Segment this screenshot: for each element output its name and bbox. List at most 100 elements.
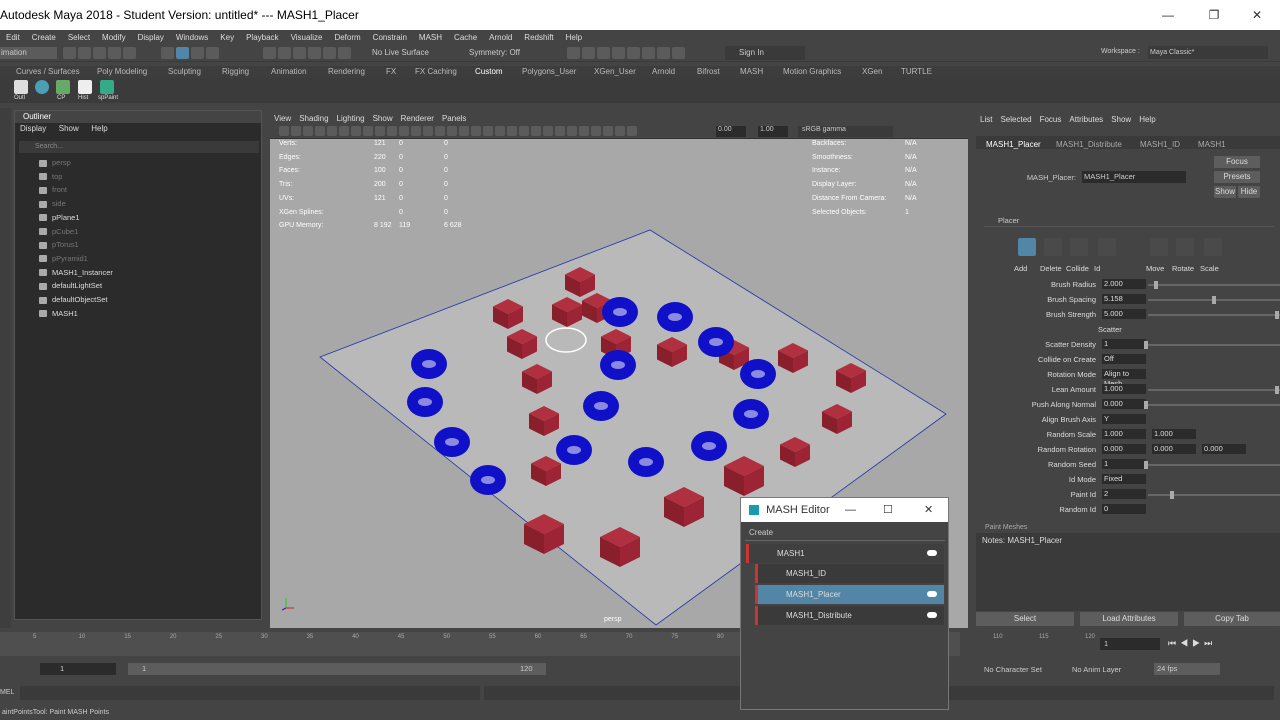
viewport-tool-icon[interactable]: [435, 126, 445, 136]
outliner-item[interactable]: side: [39, 198, 66, 210]
restore-button[interactable]: ❐: [1191, 0, 1237, 30]
shelf-tab[interactable]: Animation: [271, 67, 307, 76]
history-shelf-icon[interactable]: [78, 80, 92, 94]
command-input[interactable]: [20, 686, 480, 700]
rotate-tool-icon[interactable]: [1176, 238, 1194, 256]
attr-slider[interactable]: [1148, 314, 1280, 316]
paint-shelf-icon[interactable]: [100, 80, 114, 94]
viewport-menu-item[interactable]: Show: [369, 114, 397, 123]
playback-controls[interactable]: ⏮◀▶⏭: [1168, 638, 1280, 649]
outliner-search-input[interactable]: Search...: [19, 141, 259, 153]
delete-tool-icon[interactable]: [1044, 238, 1062, 256]
time-slider[interactable]: 5 10 15 20 25 30 35 40 45 50 55 60 65 70 75 80 110 115 120…: [0, 630, 1280, 658]
slider-handle[interactable]: [1144, 461, 1148, 469]
viewport-tool-icon[interactable]: [423, 126, 433, 136]
scale-tool-icon[interactable]: [1204, 238, 1222, 256]
outliner-item[interactable]: MASH1: [39, 308, 78, 320]
menu-item-display[interactable]: Display: [132, 30, 170, 45]
shelf-tab[interactable]: TURTLE: [901, 67, 932, 76]
shelf-tab[interactable]: Rendering: [328, 67, 365, 76]
attr-field[interactable]: 0.000: [1102, 444, 1146, 454]
mash-create-menu[interactable]: Create: [749, 528, 773, 537]
shelf-tab[interactable]: FX Caching: [415, 67, 457, 76]
select-button[interactable]: Select: [976, 612, 1074, 626]
outliner-menu-display[interactable]: Display: [15, 124, 51, 133]
outliner-item[interactable]: pCube1: [39, 226, 78, 238]
load-attributes-button[interactable]: Load Attributes: [1080, 612, 1178, 626]
attr-field[interactable]: 1: [1102, 339, 1146, 349]
viewport-tool-icon[interactable]: [603, 126, 613, 136]
paint-meshes-section[interactable]: Paint Meshes: [985, 524, 1027, 531]
menu-item-mash[interactable]: MASH: [413, 30, 448, 45]
node-name-field[interactable]: MASH1_Placer: [1082, 171, 1186, 183]
shelf-tab[interactable]: Poly Modeling: [97, 67, 147, 76]
add-tool-icon[interactable]: [1018, 238, 1036, 256]
attr-field[interactable]: Off: [1102, 354, 1146, 364]
attr-tab[interactable]: MASH1_Distribute: [1056, 140, 1122, 149]
attr-menu-item[interactable]: Help: [1135, 115, 1159, 124]
attr-field[interactable]: 0: [1102, 504, 1146, 514]
viewport-tool-icon[interactable]: [315, 126, 325, 136]
attr-tab[interactable]: MASH1_Placer: [986, 140, 1041, 149]
shelf-tab[interactable]: Bifrost: [697, 67, 720, 76]
network-toggle-icon[interactable]: [927, 550, 937, 556]
presets-button[interactable]: Presets: [1214, 171, 1260, 183]
move-tool-icon[interactable]: [1150, 238, 1168, 256]
outliner-item[interactable]: defaultObjectSet: [39, 294, 107, 306]
fps-dropdown[interactable]: 24 fps: [1154, 663, 1220, 675]
attr-menu-item[interactable]: Show: [1107, 115, 1135, 124]
menu-item-edit[interactable]: Edit: [0, 30, 26, 45]
character-set[interactable]: No Character Set: [984, 665, 1042, 674]
outliner-menu-show[interactable]: Show: [54, 124, 84, 133]
mel-label[interactable]: MEL: [0, 689, 14, 696]
viewport-tool-icon[interactable]: [339, 126, 349, 136]
close-button[interactable]: ✕: [1234, 0, 1280, 30]
minimize-button[interactable]: —: [1145, 0, 1191, 30]
viewport-tool-icon[interactable]: [627, 126, 637, 136]
menu-item-playback[interactable]: Playback: [240, 30, 284, 45]
slider-handle[interactable]: [1144, 341, 1148, 349]
menu-item-arnold[interactable]: Arnold: [483, 30, 518, 45]
attr-field[interactable]: 0.000: [1202, 444, 1246, 454]
outliner-item[interactable]: pPlane1: [39, 212, 80, 224]
attr-field[interactable]: 2.000: [1102, 279, 1146, 289]
range-bar[interactable]: 1 120: [128, 663, 546, 675]
attr-menu-item[interactable]: Selected: [996, 115, 1035, 124]
shelf-tab[interactable]: Custom: [475, 67, 503, 76]
attr-field[interactable]: Y: [1102, 414, 1146, 424]
exposure-field[interactable]: 0.00: [716, 126, 746, 137]
outliner-item[interactable]: pTorus1: [39, 239, 79, 251]
mash-close-icon[interactable]: ✕: [924, 498, 933, 522]
viewport-menu-item[interactable]: Renderer: [397, 114, 438, 123]
shelf-tab[interactable]: FX: [386, 67, 396, 76]
attr-slider[interactable]: [1148, 404, 1280, 406]
hide-button[interactable]: Hide: [1238, 186, 1260, 198]
scatter-checkbox-label[interactable]: Scatter: [1098, 325, 1198, 334]
viewport-menu-item[interactable]: Lighting: [333, 114, 369, 123]
cp-shelf-icon[interactable]: [56, 80, 70, 94]
viewport-tool-icon[interactable]: [279, 126, 289, 136]
outliner-item[interactable]: front: [39, 184, 67, 196]
mash-minimize-icon[interactable]: —: [845, 498, 856, 522]
shelf-tab[interactable]: XGen_User: [594, 67, 636, 76]
viewport-tool-icon[interactable]: [507, 126, 517, 136]
colorspace-dropdown[interactable]: sRGB gamma: [798, 126, 893, 137]
viewport-tool-icon[interactable]: [363, 126, 373, 136]
attr-slider[interactable]: [1148, 464, 1280, 466]
attr-field[interactable]: 1.000: [1102, 384, 1146, 394]
viewport-tool-icon[interactable]: [615, 126, 625, 136]
shelf-tab[interactable]: Motion Graphics: [783, 67, 841, 76]
viewport-tool-icon[interactable]: [387, 126, 397, 136]
outliner-item[interactable]: defaultLightSet: [39, 280, 102, 292]
shelf-tab[interactable]: Curves / Surfaces: [16, 67, 80, 76]
outliner-item[interactable]: pPyramid1: [39, 253, 88, 265]
slider-handle[interactable]: [1275, 311, 1279, 319]
menu-item-key[interactable]: Key: [214, 30, 240, 45]
shelf-tab[interactable]: Polygons_User: [522, 67, 576, 76]
placer-toggle-icon[interactable]: [927, 591, 937, 597]
focus-button[interactable]: Focus: [1214, 156, 1260, 168]
slider-handle[interactable]: [1212, 296, 1216, 304]
distribute-toggle-icon[interactable]: [927, 612, 937, 618]
slider-handle[interactable]: [1144, 401, 1148, 409]
viewport-tool-icon[interactable]: [351, 126, 361, 136]
